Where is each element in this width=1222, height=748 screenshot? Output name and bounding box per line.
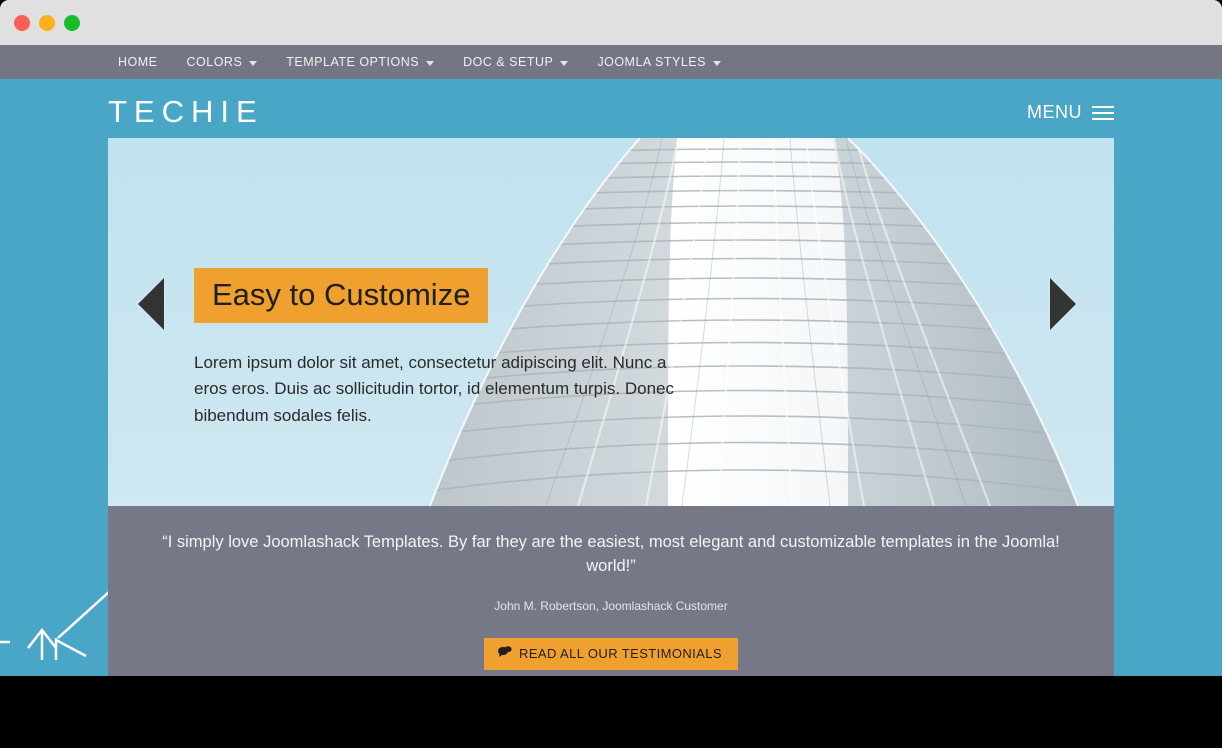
- read-all-testimonials-label: READ ALL OUR TESTIMONIALS: [519, 645, 722, 661]
- nav-item-label: JOOMLA STYLES: [597, 55, 706, 69]
- slide-content: Easy to Customize Lorem ipsum dolor sit …: [194, 268, 714, 429]
- window-titlebar: [0, 0, 1222, 45]
- nav-item-label: TEMPLATE OPTIONS: [286, 55, 420, 69]
- menu-toggle-button[interactable]: MENU: [1027, 94, 1114, 123]
- nav-item-label: COLORS: [186, 55, 243, 69]
- top-navigation-bar: HOME COLORS TEMPLATE OPTIONS DOC & SETUP…: [0, 45, 1222, 79]
- slide-description: Lorem ipsum dolor sit amet, consectetur …: [194, 353, 674, 425]
- site-header: TECHIE MENU: [0, 79, 1222, 138]
- hero-slider: Easy to Customize Lorem ipsum dolor sit …: [108, 138, 1114, 506]
- chevron-down-icon: [426, 60, 435, 66]
- chevron-down-icon: [249, 60, 258, 66]
- testimonial-section: “I simply love Joomlashack Templates. By…: [108, 506, 1114, 676]
- hamburger-icon: [1092, 105, 1114, 120]
- minimize-window-button[interactable]: [39, 15, 55, 31]
- testimonial-quote: “I simply love Joomlashack Templates. By…: [162, 533, 1060, 575]
- slide-title: Easy to Customize: [194, 268, 489, 323]
- nav-item-home[interactable]: HOME: [118, 55, 158, 69]
- chevron-down-icon: [560, 60, 569, 66]
- browser-window: HOME COLORS TEMPLATE OPTIONS DOC & SETUP…: [0, 0, 1222, 676]
- menu-toggle-label: MENU: [1027, 102, 1082, 122]
- nav-item-label: HOME: [118, 55, 158, 69]
- nav-item-joomla-styles[interactable]: JOOMLA STYLES: [597, 55, 721, 69]
- testimonial-author: John M. Robertson, Joomlashack Customer: [494, 598, 728, 613]
- chevron-left-icon[interactable]: [138, 278, 164, 330]
- chevron-right-icon[interactable]: [1050, 278, 1076, 330]
- maximize-window-button[interactable]: [64, 15, 80, 31]
- nav-item-colors[interactable]: COLORS: [187, 55, 258, 69]
- screenshot-root: HOME COLORS TEMPLATE OPTIONS DOC & SETUP…: [0, 0, 1222, 748]
- site-logo[interactable]: TECHIE: [108, 90, 264, 127]
- chat-bubble-icon: [498, 646, 512, 660]
- read-all-testimonials-button[interactable]: READ ALL OUR TESTIMONIALS: [484, 637, 738, 670]
- site-body: TECHIE MENU Easy to Customize Lorem ipsu…: [0, 79, 1222, 676]
- nav-item-template-options[interactable]: TEMPLATE OPTIONS: [286, 55, 435, 69]
- nav-item-doc-and-setup[interactable]: DOC & SETUP: [463, 55, 569, 69]
- window-controls: [14, 15, 80, 31]
- close-window-button[interactable]: [14, 15, 30, 31]
- nav-item-label: DOC & SETUP: [463, 55, 554, 69]
- chevron-down-icon: [712, 60, 721, 66]
